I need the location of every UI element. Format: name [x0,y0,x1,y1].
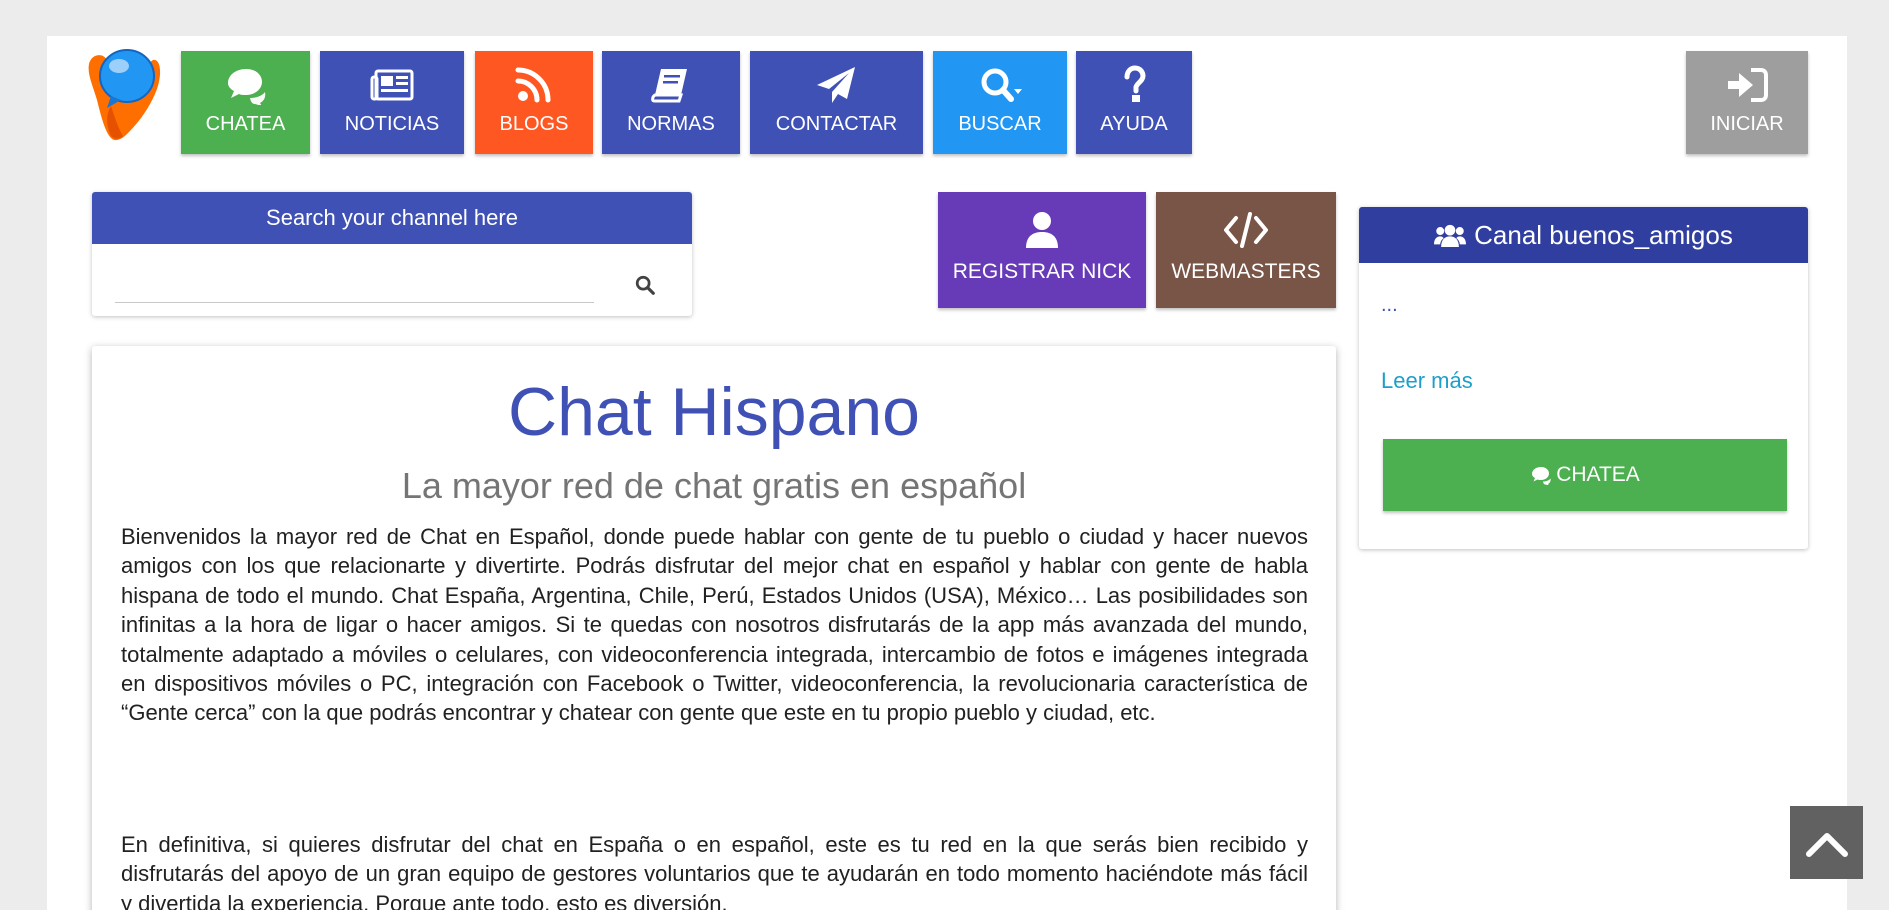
code-icon [1224,210,1268,250]
nav-label: NORMAS [627,113,715,135]
webmasters-button[interactable]: WEBMASTERS [1156,192,1336,308]
login-button[interactable]: INICIAR [1686,51,1808,154]
logo-icon [88,49,161,141]
page: CHATEA NOTICIAS BLOGS NORMAS CONTACTAR B… [47,36,1847,910]
channel-search-button[interactable] [630,270,660,300]
nav-label: AYUDA [1100,113,1168,135]
nav-contactar-button[interactable]: CONTACTAR [750,51,923,154]
register-nick-button[interactable]: REGISTRAR NICK [938,192,1146,308]
nav-buscar-button[interactable]: BUSCAR [933,51,1067,154]
sign-in-icon [1725,65,1769,105]
channel-header: Canal buenos_amigos [1359,207,1808,263]
main-content-card: Chat Hispano La mayor red de chat gratis… [92,346,1336,910]
webmasters-label: WEBMASTERS [1171,260,1321,283]
channel-chatea-button[interactable]: CHATEA [1383,439,1787,511]
nav-label: CONTACTAR [775,113,898,135]
paper-plane-icon [815,65,859,105]
nav-label: CHATEA [205,113,286,135]
search-icon [978,65,1022,105]
nav-ayuda-button[interactable]: AYUDA [1076,51,1192,154]
intro-paragraph: Bienvenidos la mayor red de Chat en Espa… [121,524,1308,726]
channel-search-card: Search your channel here [92,192,692,316]
nav-normas-button[interactable]: NORMAS [602,51,740,154]
question-icon [1112,65,1156,105]
comments-icon [1530,465,1552,485]
nav-label: NOTICIAS [344,113,440,135]
chevron-up-icon [1805,832,1848,857]
rss-icon [512,65,556,105]
scroll-to-top-button[interactable] [1790,806,1863,879]
channel-card: Canal buenos_amigos ... Leer más CHATEA [1359,207,1808,549]
comments-icon [224,65,268,105]
nav-label: INICIAR [1710,113,1784,135]
nav-blogs-button[interactable]: BLOGS [475,51,593,154]
channel-chatea-label: CHATEA [1556,463,1640,486]
book-icon [649,65,693,105]
channel-description: ... [1381,294,1398,316]
nav-noticias-button[interactable]: NOTICIAS [320,51,464,154]
channel-search-input[interactable] [115,278,594,303]
nav-label: BUSCAR [958,113,1042,135]
user-icon [1020,210,1064,250]
page-subtitle: La mayor red de chat gratis en español [401,465,1027,506]
register-nick-label: REGISTRAR NICK [952,260,1132,283]
channel-search-header: Search your channel here [92,192,692,244]
nav-label: BLOGS [499,113,569,135]
search-icon [635,275,655,295]
page-title: Chat Hispano [507,374,921,450]
site-logo[interactable] [81,46,161,144]
users-icon [1434,223,1467,248]
read-more-link[interactable]: Leer más [1381,368,1473,394]
channel-title: Canal buenos_amigos [1474,219,1733,250]
closing-paragraph: En definitiva, si quieres disfrutar del … [121,832,1308,910]
newspaper-icon [370,65,414,105]
nav-chatea-button[interactable]: CHATEA [181,51,310,154]
